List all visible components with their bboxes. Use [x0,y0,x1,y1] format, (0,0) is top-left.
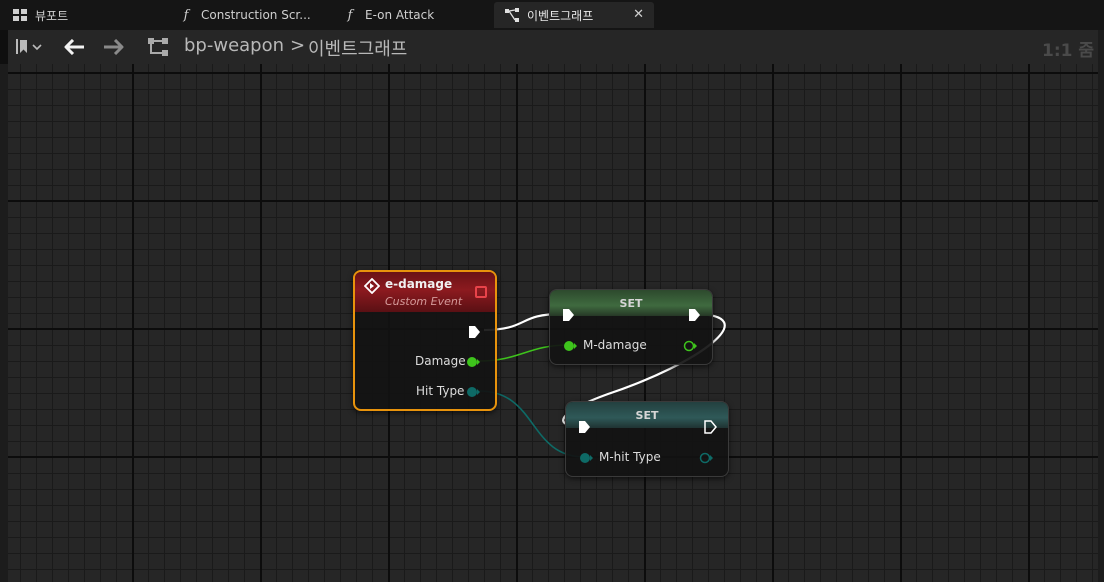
exec-out-pin-icon[interactable] [687,308,701,322]
tab-bar: 뷰포트 f Construction Scr... f E-on Attack … [0,0,1104,30]
tab-label: E-on Attack [365,8,435,22]
event-subtitle: Custom Event [385,295,463,308]
breadcrumb-blueprint[interactable]: bp-weapon [184,35,284,56]
arrow-right-icon [104,39,124,55]
viewport-grid-icon [12,8,28,22]
arrow-left-icon [64,39,84,55]
delegate-pin-icon[interactable] [475,286,487,298]
tab-construction-script[interactable]: f Construction Scr... [168,2,328,28]
tab-viewport[interactable]: 뷰포트 [2,2,164,28]
pin-label-damage: Damage [415,354,466,368]
enum-out-pin-icon[interactable] [699,452,713,464]
left-edge [0,64,8,582]
breadcrumb-graph: 이벤트그래프 [308,39,408,60]
exec-in-pin-icon[interactable] [577,420,591,434]
bookmark-dropdown-button[interactable] [14,38,48,56]
set-hit-type-node[interactable]: SET M-hit Type [565,401,729,477]
exec-out-pin-icon[interactable] [703,420,717,434]
graph-toolbar: bp-weapon > 이벤트그래프 1:1 줌 [8,30,1098,64]
zoom-level: 1:1 줌 [1041,41,1094,61]
exec-out-pin-icon[interactable] [467,325,481,339]
tab-label: Construction Scr... [201,8,311,22]
function-icon: f [183,7,189,23]
tab-e-on-attack[interactable]: f E-on Attack [332,2,492,28]
event-graph-icon [504,8,520,22]
event-diamond-icon [364,278,380,294]
event-title: e-damage [385,277,453,291]
tab-label: 뷰포트 [35,8,69,23]
graph-canvas[interactable]: e-damage Custom Event Damage Hit Type SE… [8,64,1098,582]
close-icon[interactable]: ✕ [633,7,644,22]
breadcrumb-separator: > [290,35,306,56]
pin-label-hit-type: Hit Type [416,384,465,398]
float-pin-icon[interactable] [466,356,480,368]
variable-label: M-damage [583,338,647,352]
graph-hierarchy-icon [146,37,170,57]
tab-event-graph[interactable]: 이벤트그래프 ✕ [494,2,654,28]
right-edge [1098,30,1104,582]
enum-pin-icon[interactable] [466,386,480,398]
custom-event-node[interactable]: e-damage Custom Event Damage Hit Type [353,270,497,411]
back-button[interactable] [63,37,87,57]
float-out-pin-icon[interactable] [683,340,697,352]
bookmark-icon [16,39,42,54]
variable-label: M-hit Type [599,450,661,464]
tab-label: 이벤트그래프 [527,8,594,23]
function-icon: f [347,7,353,23]
set-damage-node[interactable]: SET M-damage [549,289,713,365]
enum-pin-icon[interactable] [579,452,593,464]
exec-in-pin-icon[interactable] [561,308,575,322]
float-pin-icon[interactable] [563,340,577,352]
forward-button[interactable] [101,37,125,57]
